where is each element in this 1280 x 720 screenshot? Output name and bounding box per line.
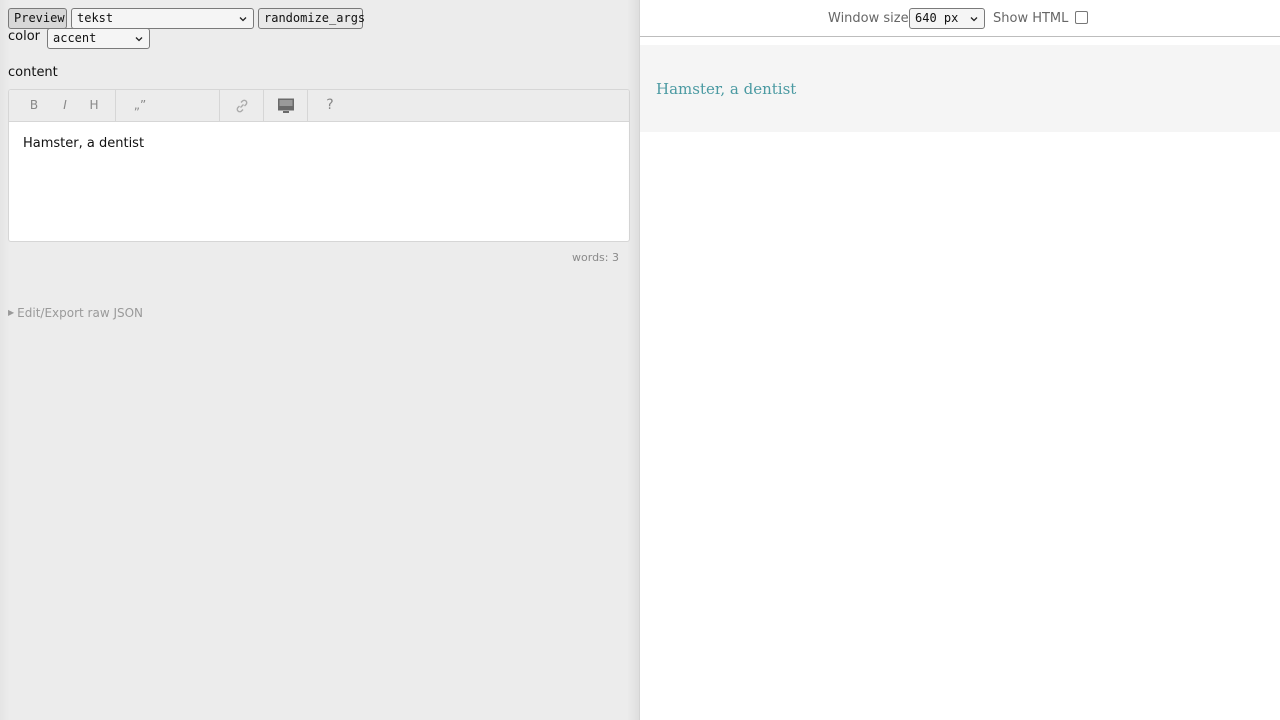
window-size-label: Window size (828, 11, 909, 26)
color-select-value: accent (53, 31, 97, 45)
color-select[interactable]: accent (47, 28, 150, 49)
link-icon (236, 99, 248, 112)
window-size-value: 640 px (915, 11, 959, 25)
preview-button[interactable]: Preview (8, 8, 67, 29)
help-icon: ? (326, 97, 334, 113)
heading-button[interactable]: H (83, 90, 105, 121)
chevron-down-icon (135, 37, 143, 42)
editor-panel: Preview tekst randomize_args color accen… (0, 0, 640, 720)
preview-rendered-text: Hamster, a dentist (656, 80, 797, 98)
image-button[interactable] (275, 90, 297, 121)
preview-frame: Hamster, a dentist (640, 45, 1280, 132)
help-button[interactable]: ? (319, 90, 341, 121)
show-html-checkbox[interactable] (1075, 11, 1088, 24)
toolbar-divider (115, 90, 116, 121)
color-prop-label: color (8, 29, 41, 44)
word-count: words: 3 (572, 251, 619, 264)
disclosure-triangle-icon: ▶ (8, 308, 15, 317)
editor-content[interactable]: Hamster, a dentist (23, 136, 144, 151)
content-prop-label: content (8, 65, 58, 80)
link-button[interactable] (231, 90, 253, 121)
preview-panel: Window size 640 px Show HTML Hamster, a … (640, 0, 1280, 720)
editor-toolbar: B I H „” ? (9, 90, 629, 122)
raw-json-label: Edit/Export raw JSON (17, 306, 144, 320)
component-select-value: tekst (77, 11, 114, 25)
chevron-down-icon (970, 17, 978, 22)
window-size-select[interactable]: 640 px (909, 8, 985, 29)
randomize-args-button[interactable]: randomize_args (258, 8, 365, 29)
italic-button[interactable]: I (54, 90, 76, 121)
toolbar-divider (263, 90, 264, 121)
component-select[interactable]: tekst (71, 8, 254, 29)
bold-button[interactable]: B (23, 90, 45, 121)
toolbar-divider (307, 90, 308, 121)
preview-header: Window size 640 px Show HTML (640, 0, 1280, 37)
markdown-editor: B I H „” ? Hamster, a dentist (8, 89, 630, 242)
image-icon (278, 98, 294, 113)
raw-json-toggle[interactable]: ▶ Edit/Export raw JSON (8, 306, 143, 320)
quote-button[interactable]: „” (127, 90, 153, 121)
chevron-down-icon (239, 17, 247, 22)
show-html-label: Show HTML (993, 11, 1069, 26)
toolbar-divider (219, 90, 220, 121)
